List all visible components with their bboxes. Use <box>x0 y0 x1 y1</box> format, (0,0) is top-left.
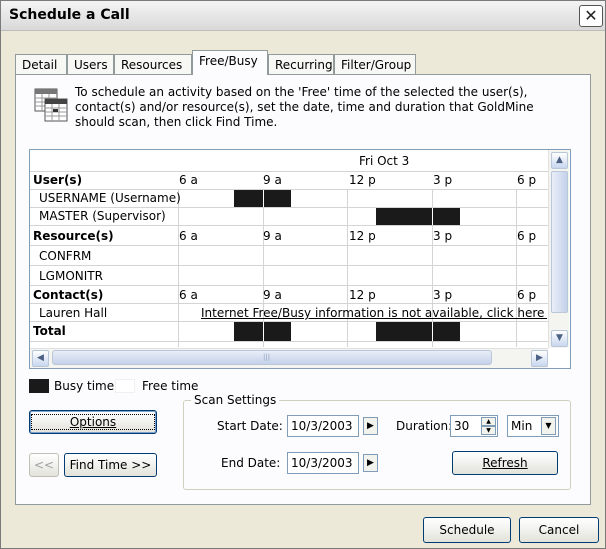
grid-row-line <box>30 225 548 226</box>
contact-row-label[interactable]: Lauren Hall <box>39 306 107 320</box>
user-row-label[interactable]: USERNAME (Username) <box>39 191 181 205</box>
time-label: 9 a <box>263 173 282 187</box>
close-button[interactable]: ✕ <box>579 5 603 27</box>
time-label: 3 p <box>433 288 453 302</box>
users-header: User(s) <box>33 173 83 187</box>
user-row-label[interactable]: MASTER (Supervisor) <box>39 209 166 223</box>
grid-row-line <box>30 207 548 208</box>
chevron-down-icon[interactable]: ▼ <box>541 417 556 435</box>
scan-settings-title: Scan Settings <box>191 393 280 407</box>
scroll-left-button[interactable]: ◀ <box>32 350 49 367</box>
time-label: 6 a <box>179 229 198 243</box>
tab-detail[interactable]: Detail <box>15 54 67 75</box>
busy-separator <box>432 322 433 341</box>
start-date-label: Start Date: <box>217 419 283 433</box>
end-date-label: End Date: <box>221 456 281 470</box>
busy-block <box>376 208 460 225</box>
scan-settings-group <box>183 400 571 490</box>
schedule-call-window: Schedule a Call ✕ Detail Users Resources… <box>0 0 606 549</box>
title-bar: Schedule a Call ✕ <box>1 1 605 31</box>
resource-row-label[interactable]: CONFRM <box>39 249 91 263</box>
time-label: 12 p <box>349 288 376 302</box>
grid-col-line <box>347 189 348 347</box>
grid-row-line <box>30 171 548 172</box>
free-busy-grid <box>29 149 571 369</box>
resource-row-label[interactable]: LGMONITR <box>39 269 103 283</box>
grid-col-line <box>516 189 517 347</box>
tab-resources[interactable]: Resources <box>114 54 192 75</box>
total-row-label: Total <box>33 324 66 338</box>
options-button[interactable]: Options <box>29 410 157 434</box>
time-label: 3 p <box>433 173 453 187</box>
cancel-button[interactable]: Cancel <box>519 517 599 543</box>
window-title: Schedule a Call <box>9 7 130 23</box>
tab-recurring[interactable]: Recurring <box>268 54 334 75</box>
busy-block <box>376 322 460 341</box>
time-label: 9 a <box>263 288 282 302</box>
scroll-grip-icon: ||| <box>263 353 271 361</box>
scroll-up-button[interactable]: ▲ <box>551 152 568 169</box>
busy-legend-label: Busy time <box>54 379 115 393</box>
grid-row-line <box>30 265 548 266</box>
instructions-text: To schedule an activity based on the 'Fr… <box>75 85 534 129</box>
time-label: 6 p <box>517 288 537 302</box>
contacts-header: Contact(s) <box>33 288 104 302</box>
duration-unit-value: Min <box>511 419 533 433</box>
options-label: Options <box>30 414 156 430</box>
schedule-button[interactable]: Schedule <box>423 517 511 543</box>
grid-col-line <box>178 189 179 347</box>
time-label: 6 p <box>517 173 537 187</box>
time-label: 6 a <box>179 288 198 302</box>
free-legend-label: Free time <box>142 379 199 393</box>
vertical-scroll-thumb[interactable] <box>551 171 568 313</box>
busy-legend-swatch <box>29 379 49 393</box>
duration-label: Duration: <box>396 419 453 433</box>
tab-filter-group[interactable]: Filter/Group <box>334 54 416 75</box>
grid-row-line <box>30 341 548 342</box>
time-label: 12 p <box>349 229 376 243</box>
time-label: 12 p <box>349 173 376 187</box>
free-legend-swatch <box>115 379 135 393</box>
refresh-button[interactable]: Refresh <box>452 451 558 475</box>
tab-users[interactable]: Users <box>67 54 114 75</box>
time-label: 9 a <box>263 229 282 243</box>
scroll-right-button[interactable]: ▶ <box>531 350 548 367</box>
grid-row-line <box>30 303 548 304</box>
busy-separator <box>263 322 264 341</box>
grid-row-line <box>30 285 548 286</box>
tab-free-busy[interactable]: Free/Busy <box>192 50 268 75</box>
time-label: 3 p <box>433 229 453 243</box>
calendar-grid-icon <box>34 88 68 122</box>
find-time-button[interactable]: Find Time >> <box>64 453 157 477</box>
free-busy-info-link[interactable]: Internet Free/Busy information is not av… <box>201 306 547 320</box>
time-label: 6 a <box>179 173 198 187</box>
previous-button[interactable]: << <box>29 453 59 477</box>
start-date-picker-button[interactable]: ▶ <box>363 417 378 435</box>
start-date-field[interactable]: 10/3/2003 <box>287 415 359 437</box>
grid-row-line <box>30 245 548 246</box>
scroll-down-button[interactable]: ▼ <box>551 330 568 347</box>
grid-date-header: Fri Oct 3 <box>359 154 410 168</box>
duration-down-button[interactable]: ▼ <box>481 426 496 435</box>
end-date-picker-button[interactable]: ▶ <box>363 454 378 472</box>
resources-header: Resource(s) <box>33 229 114 243</box>
time-label: 6 p <box>517 229 537 243</box>
busy-separator <box>263 190 264 207</box>
busy-separator <box>432 208 433 225</box>
end-date-field[interactable]: 10/3/2003 <box>287 452 359 474</box>
duration-up-button[interactable]: ▲ <box>481 417 496 426</box>
